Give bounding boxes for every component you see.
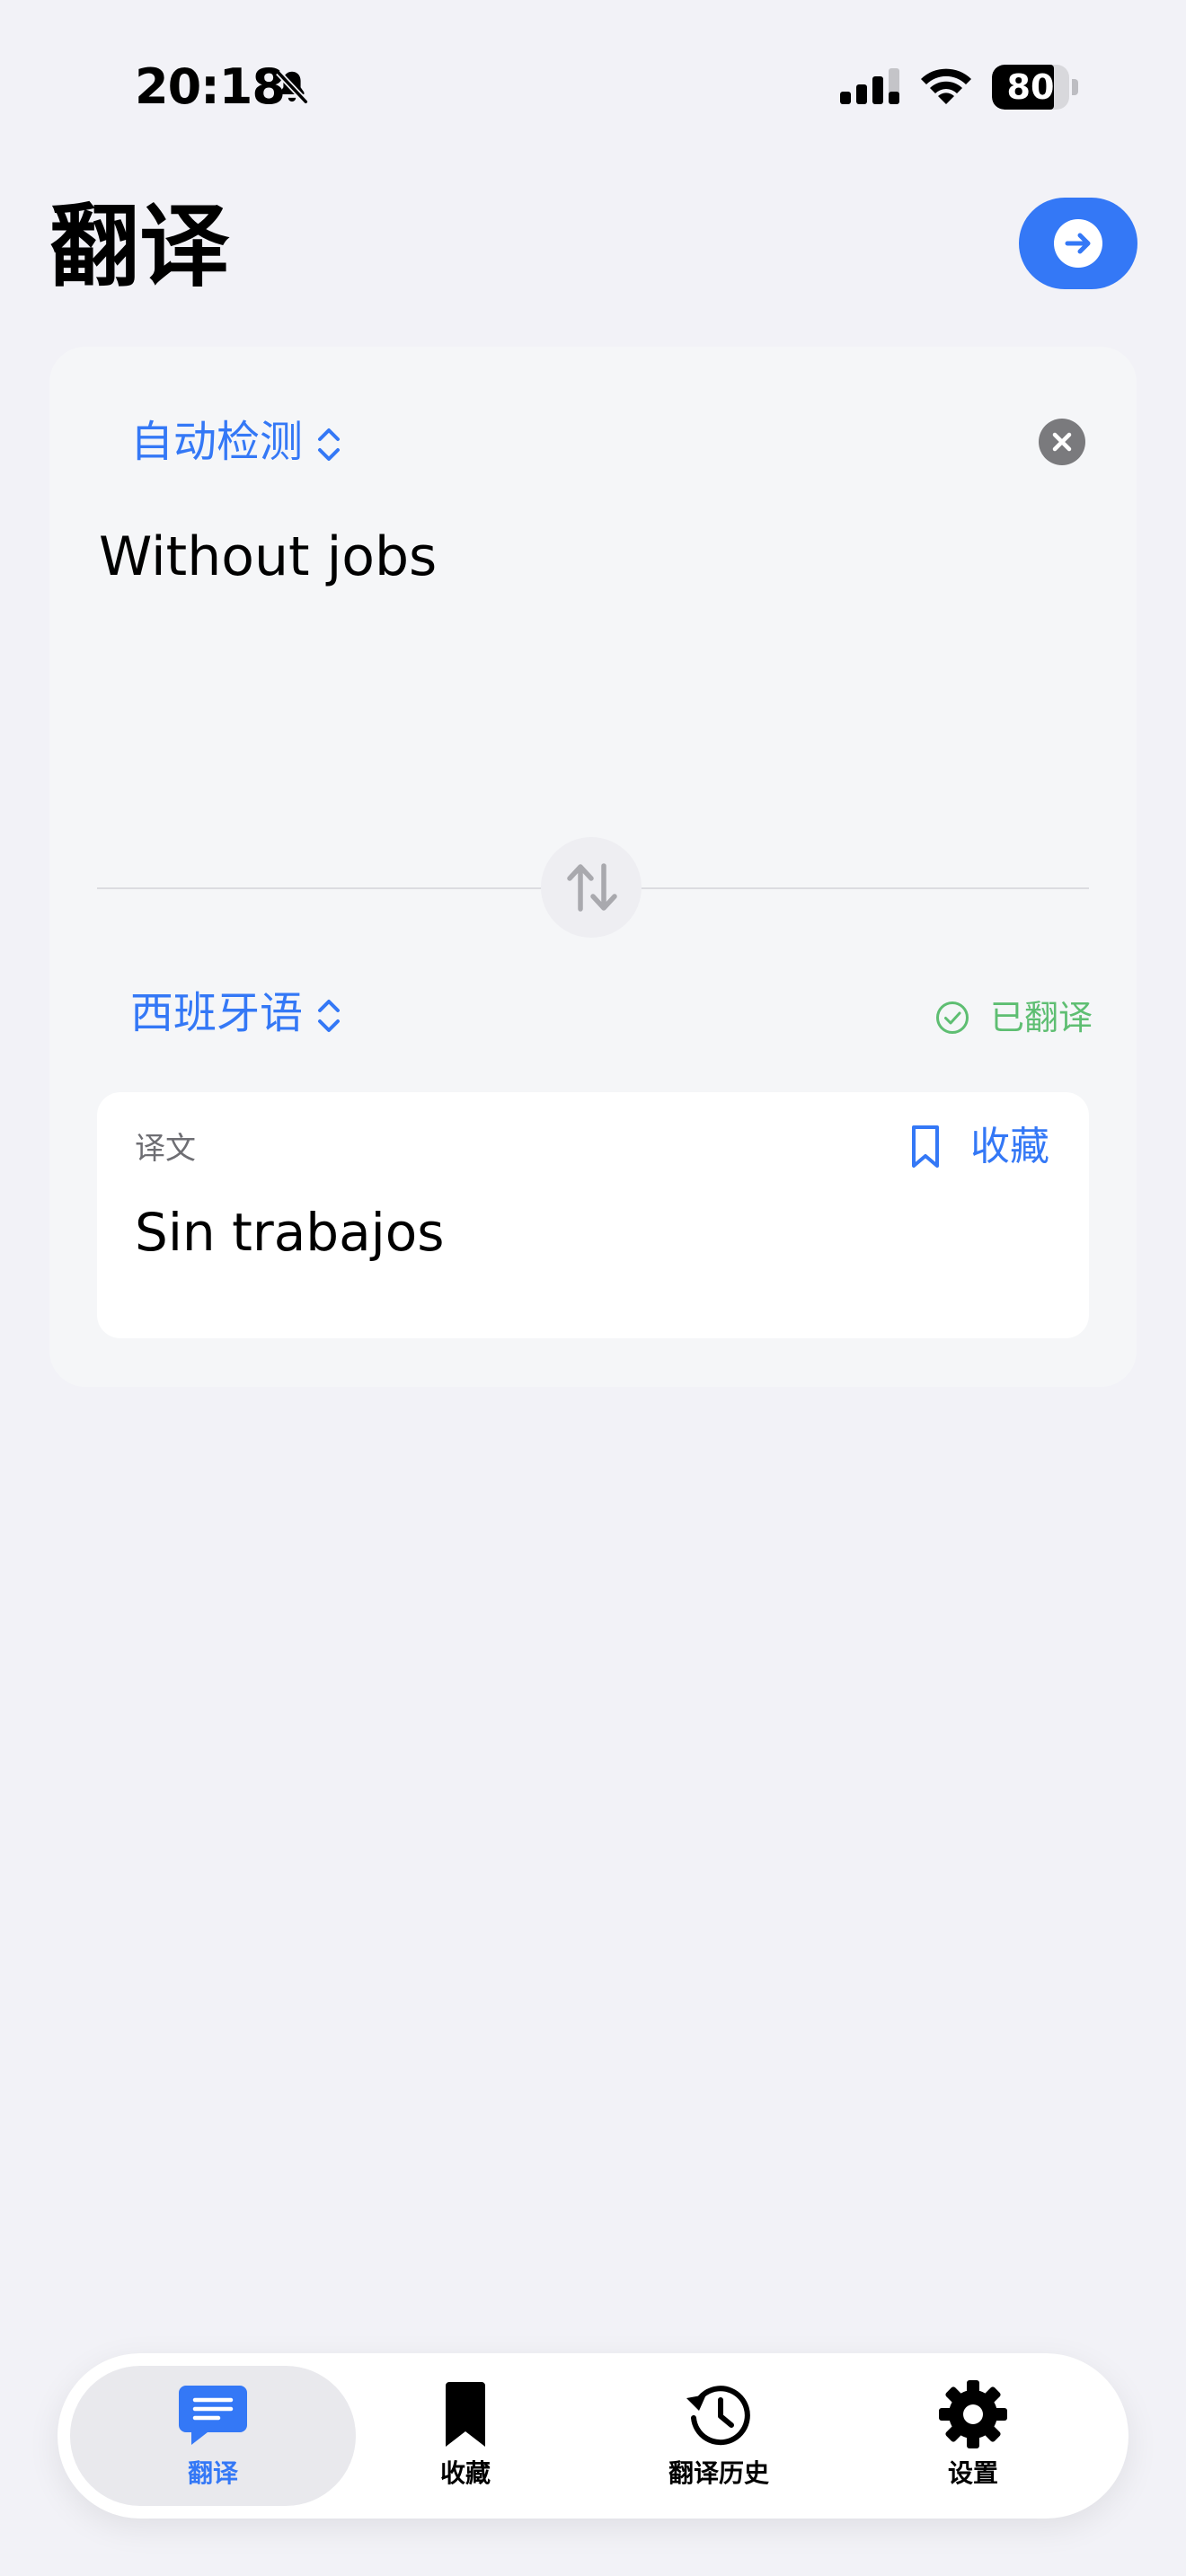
chat-bubble-icon <box>179 2386 247 2445</box>
cellular-signal-icon <box>840 68 899 104</box>
translation-status: 已翻译 <box>934 995 1093 1040</box>
checkmark-circle-icon <box>936 1001 969 1034</box>
tab-translate[interactable]: 翻译 <box>105 2378 321 2495</box>
tab-label-favorites: 收藏 <box>439 2458 491 2488</box>
arrow-right-icon <box>1065 233 1091 254</box>
chevron-up-down-icon <box>318 1000 341 1032</box>
source-text-input[interactable]: Without jobs <box>99 521 437 593</box>
tab-label-translate: 翻译 <box>187 2458 238 2488</box>
tab-history[interactable]: 翻译历史 <box>611 2378 827 2495</box>
battery-percentage: 80 <box>1006 67 1055 107</box>
swap-arrows-icon <box>567 863 617 912</box>
status-label: 已翻译 <box>990 998 1093 1037</box>
bell-slash-icon <box>276 70 308 104</box>
swap-languages-button[interactable] <box>541 837 642 938</box>
favorite-label: 收藏 <box>970 1124 1049 1169</box>
translated-text: Sin trabajos <box>135 1202 445 1263</box>
close-icon <box>1052 432 1072 452</box>
history-clock-icon <box>686 2386 750 2446</box>
favorite-button[interactable]: 收藏 <box>909 1121 1049 1173</box>
chevron-up-down-icon <box>318 428 341 461</box>
tab-label-history: 翻译历史 <box>668 2458 769 2488</box>
tab-settings[interactable]: 设置 <box>865 2378 1081 2495</box>
target-language-selector[interactable]: 西班牙语 <box>130 986 342 1040</box>
tab-favorites[interactable]: 收藏 <box>358 2378 573 2495</box>
bookmark-outline-icon <box>912 1125 939 1168</box>
clear-input-button[interactable] <box>1039 419 1085 465</box>
battery-indicator: 80 <box>992 65 1078 110</box>
gear-icon <box>939 2380 1007 2448</box>
wifi-icon <box>921 68 971 104</box>
translate-go-button[interactable] <box>1019 198 1137 289</box>
bookmark-icon <box>446 2382 485 2447</box>
page-title: 翻译 <box>49 194 229 299</box>
source-language-selector[interactable]: 自动检测 <box>130 415 342 469</box>
source-language-label: 自动检测 <box>130 417 304 467</box>
result-label: 译文 <box>135 1131 196 1167</box>
tab-label-settings: 设置 <box>947 2458 998 2488</box>
status-time: 20:18 <box>135 58 286 115</box>
target-language-label: 西班牙语 <box>130 988 304 1038</box>
